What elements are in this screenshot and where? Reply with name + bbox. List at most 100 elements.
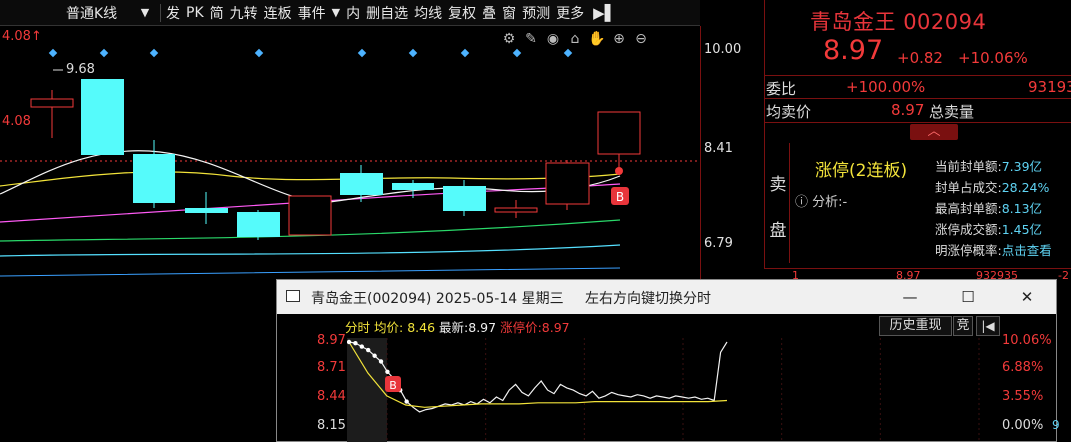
price-axis-mid: 8.41	[704, 141, 733, 156]
history-replay-button[interactable]: 历史重现	[879, 316, 952, 336]
field-label: 涨停成交额:	[935, 222, 1002, 237]
candle-5	[237, 210, 280, 240]
intraday-info-bar: 分时 均价: 8.46 最新:8.97 涨停价:8.97	[345, 317, 570, 336]
candle-12	[597, 111, 641, 170]
grid	[386, 338, 980, 442]
limit-up-status: 涨停(2连板)	[815, 161, 908, 181]
toolbar-item-shijian[interactable]: 事件	[295, 3, 329, 23]
expand-up-icon[interactable]: ︿	[910, 124, 958, 140]
bid-ratio-value: +100.00%	[846, 78, 926, 96]
limit-value: 8.97	[541, 320, 570, 335]
right-axis-label: 6.88%	[1002, 360, 1044, 375]
field-label: 当前封单额:	[935, 159, 1002, 174]
price-point	[353, 340, 358, 346]
price-point	[372, 353, 377, 358]
candle-9	[443, 180, 486, 216]
analysis[interactable]: ⓘ 分析:-	[795, 191, 847, 210]
ma-line-5	[0, 150, 621, 203]
toolbar-item-nei[interactable]: 内	[343, 3, 363, 23]
seal-amount-row: 当前封单额:7.39亿	[935, 156, 1042, 175]
right-axis-label: 0.00%	[1002, 418, 1044, 433]
toolbar-item-delete-watch[interactable]: 删自选	[363, 3, 411, 23]
skip-back-icon[interactable]: |◀	[976, 316, 1000, 336]
toolbar-item-jian[interactable]: 简	[207, 3, 227, 23]
price-point	[366, 347, 371, 353]
stock-price: 8.97	[823, 35, 884, 66]
stock-change: +0.82	[897, 49, 943, 67]
price-axis-top: 10.00	[704, 42, 742, 57]
avg-label: 均价:	[374, 320, 404, 335]
sell-side-label: 卖盘	[768, 162, 788, 254]
toolbar-item-adjust[interactable]: 复权	[445, 3, 479, 23]
last-label: 最新:	[439, 320, 469, 335]
intraday-popup-window: 青岛金王(002094) 2025-05-14 星期三 左右方向键切换分时 — …	[276, 279, 1060, 442]
ma-line-10	[0, 171, 621, 187]
max-seal-row: 最高封单额:8.13亿	[935, 198, 1042, 217]
field-label: 封单占成交:	[935, 180, 1002, 195]
tomorrow-prob-row[interactable]: 明涨停概率:点击查看	[935, 240, 1052, 259]
sell-label-1: 卖	[769, 175, 787, 195]
ma-line-long	[0, 244, 621, 257]
candle-6	[288, 195, 332, 236]
popup-titlebar[interactable]: 青岛金王(002094) 2025-05-14 星期三 左右方向键切换分时 — …	[277, 280, 1056, 314]
pre-market-shade	[347, 338, 387, 442]
field-label: 明涨停概率:	[935, 243, 1002, 258]
kline-chart[interactable]: B	[0, 26, 700, 284]
analysis-text: 分析:-	[812, 195, 848, 210]
avg-value: 8.46	[407, 320, 436, 335]
toolbar-item-pk[interactable]: PK	[183, 5, 207, 21]
divider	[764, 122, 1071, 123]
window-icon	[286, 290, 300, 302]
toolbar-item-fa[interactable]: 发	[163, 3, 183, 23]
toolbar-item-overlay[interactable]: 叠	[479, 3, 499, 23]
buy-badge-text: B	[389, 379, 397, 392]
toolbar-divider	[160, 3, 161, 22]
mode-label: 分时	[345, 320, 371, 335]
right-axis-label: 10.06%	[1002, 333, 1052, 348]
left-axis-label: 8.71	[317, 360, 346, 375]
toolbar-item-jiuzhuan[interactable]: 九转	[227, 3, 261, 23]
bid-button[interactable]: 竞	[953, 316, 973, 336]
period-select[interactable]: 普通K线	[0, 3, 132, 23]
toolbar-item-window[interactable]: 窗	[499, 3, 519, 23]
price-point	[378, 359, 384, 364]
candle-1	[30, 90, 74, 138]
left-axis-label: 8.15	[317, 418, 346, 433]
popup-hint: 左右方向键切换分时	[585, 291, 711, 307]
popup-title: 青岛金王(002094) 2025-05-14 星期三	[311, 291, 564, 307]
right-axis-label: 3.55%	[1002, 389, 1044, 404]
chevron-down-icon[interactable]: ▼	[329, 6, 343, 19]
current-price-dot	[615, 167, 623, 175]
close-button[interactable]: ✕	[1014, 285, 1040, 309]
limit-label: 涨停价:	[500, 320, 542, 335]
minimize-button[interactable]: —	[897, 285, 923, 309]
stock-change-pct: +10.06%	[958, 49, 1028, 67]
toolbar-item-ma[interactable]: 均线	[411, 3, 445, 23]
limit-turnover-row: 涨停成交额:1.45亿	[935, 219, 1042, 238]
toolbar-item-more[interactable]: 更多	[553, 3, 587, 23]
toolbar-item-forecast[interactable]: 预测	[519, 3, 553, 23]
toolbar-item-lianban[interactable]: 连板	[261, 3, 295, 23]
click-to-view-link[interactable]: 点击查看	[1002, 243, 1052, 258]
price-point	[404, 399, 409, 404]
price-point	[347, 339, 352, 345]
kline-toolbar: 普通K线 ▼ 发 PK 简 九转 连板 事件 ▼ 内 删自选 均线 复权 叠 窗…	[0, 0, 700, 26]
field-value: 8.13亿	[1001, 201, 1043, 216]
chevron-down-icon[interactable]: ▼	[132, 6, 158, 19]
info-icon: ⓘ	[795, 195, 809, 210]
ma-line-longest	[0, 267, 621, 277]
field-value: 7.39亿	[1001, 159, 1043, 174]
intraday-chart[interactable]: B	[347, 338, 999, 442]
bid-volume-value: 93193	[1028, 78, 1071, 96]
buy-badge-text: B	[616, 190, 624, 204]
price-axis-low: 6.79	[704, 236, 733, 251]
sell-label-2: 盘	[769, 221, 787, 241]
panel-toggle-icon[interactable]: ▶▌	[587, 4, 622, 22]
seal-ratio-row: 封单占成交:28.24%	[935, 177, 1049, 196]
ask-avg-label: 均卖价	[766, 103, 812, 121]
candle-10	[494, 200, 538, 218]
trading-app: 普通K线 ▼ 发 PK 简 九转 连板 事件 ▼ 内 删自选 均线 复权 叠 窗…	[0, 0, 1071, 442]
total-ask-label: 总卖量	[929, 103, 975, 121]
left-axis-label: 8.97	[317, 333, 346, 348]
maximize-button[interactable]: ☐	[955, 285, 981, 309]
